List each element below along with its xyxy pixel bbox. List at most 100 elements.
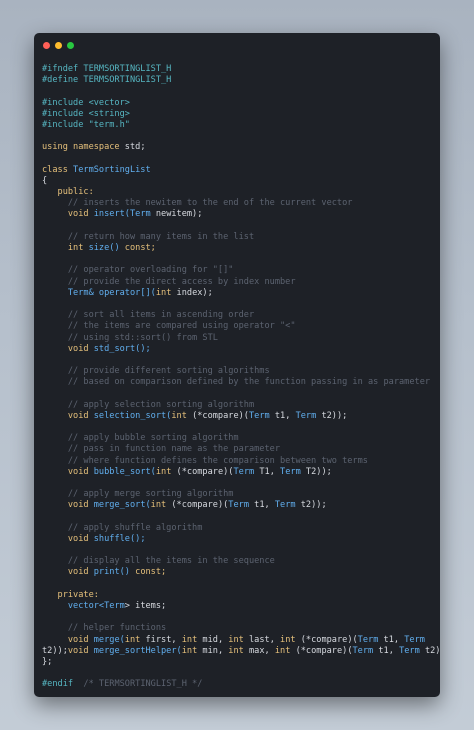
code-line: using namespace std;: [42, 142, 436, 153]
code-line: };: [42, 657, 436, 668]
code-token: selection_sort(: [93, 410, 172, 421]
code-token: index);: [176, 287, 213, 298]
code-token: (*compare)(: [176, 466, 234, 477]
code-token: int: [228, 634, 249, 645]
code-token: // pass in function name as the paramete…: [42, 444, 280, 455]
code-token: operator[](: [98, 287, 156, 298]
minimize-window-dot[interactable]: [55, 42, 62, 49]
code-line: // apply bubble sorting algorithm: [42, 433, 436, 444]
code-line: // apply selection sorting algorithm: [42, 400, 436, 411]
code-token: int: [171, 410, 193, 421]
code-token: t2));: [42, 645, 68, 656]
code-token: last,: [249, 634, 281, 645]
code-token: TermSortingList: [73, 164, 151, 175]
code-token: // apply merge sorting algorithm: [42, 489, 234, 500]
code-token: int: [228, 645, 249, 656]
code-token: Term: [295, 410, 322, 421]
code-token: Term: [274, 500, 301, 511]
code-token: T2));: [305, 466, 332, 477]
code-token: int: [155, 287, 177, 298]
code-token: void: [42, 567, 94, 578]
code-token: // provide the direct access by index nu…: [42, 276, 296, 287]
code-line: // based on comparison defined by the fu…: [42, 377, 436, 388]
code-token: // operator overloading for "[]": [42, 265, 234, 276]
code-token: shuffle();: [93, 533, 146, 544]
code-token: merge_sortHelper(: [93, 645, 182, 656]
code-line: // provide the direct access by index nu…: [42, 277, 436, 288]
code-token: Term: [129, 209, 156, 220]
code-token: int: [280, 634, 301, 645]
code-token: t2));: [300, 500, 327, 511]
code-token: void: [42, 500, 94, 511]
code-token: T1,: [259, 466, 281, 477]
code-line: public:: [42, 187, 436, 198]
code-token: newitem);: [155, 209, 203, 220]
code-line: // the items are compared using operator…: [42, 321, 436, 332]
code-line: Term& operator[](int index);: [42, 288, 436, 299]
code-line: #include <vector>: [42, 98, 436, 109]
code-line: vector<Term> items;: [42, 601, 436, 612]
code-token: #include <vector>: [42, 97, 130, 108]
code-line: {: [42, 176, 436, 187]
code-line: #include "term.h": [42, 120, 436, 131]
maximize-window-dot[interactable]: [67, 42, 74, 49]
code-token: Term: [248, 410, 275, 421]
code-line: class TermSortingList: [42, 165, 436, 176]
code-token: t1,: [378, 645, 400, 656]
code-token: {: [42, 175, 48, 186]
code-token: void: [42, 410, 94, 421]
code-token: #endif: [42, 679, 84, 690]
code-token: Term: [352, 645, 379, 656]
code-token: int: [274, 645, 296, 656]
code-token: max,: [249, 645, 275, 656]
code-token: t1,: [383, 634, 405, 645]
code-token: Term: [357, 634, 384, 645]
code-token: int: [181, 634, 203, 645]
code-line: void selection_sort(int (*compare)(Term …: [42, 411, 436, 422]
code-token: void: [42, 533, 94, 544]
code-token: (*compare)(: [295, 645, 353, 656]
code-token: merge(: [93, 634, 125, 645]
code-line: // helper functions: [42, 623, 436, 634]
code-token: merge_sort(: [93, 500, 151, 511]
code-token: (*compare)(: [171, 500, 229, 511]
code-token: void: [42, 634, 94, 645]
code-line: // return how many items in the list: [42, 232, 436, 243]
code-token: // inserts the newitem to the end of the…: [42, 198, 353, 209]
code-token: #include <string>: [42, 108, 130, 119]
code-line: void shuffle();: [42, 534, 436, 545]
code-line: void print() const;: [42, 567, 436, 578]
code-token: // using std::sort() from STL: [42, 332, 218, 343]
code-line: // apply shuffle algorithm: [42, 523, 436, 534]
code-token: // return how many items in the list: [42, 231, 255, 242]
code-token: int: [155, 466, 177, 477]
code-token: #include "term.h": [42, 119, 130, 130]
code-line: // display all the items in the sequence: [42, 556, 436, 567]
code-line: private:: [42, 590, 436, 601]
code-token: /* TERMSORTINGLIST_H */: [83, 679, 203, 690]
code-line: #endif /* TERMSORTINGLIST_H */: [42, 679, 436, 690]
code-token: // based on comparison defined by the fu…: [42, 377, 431, 388]
code-token: Term&: [42, 287, 99, 298]
code-token: const;: [124, 243, 156, 253]
code-token: min,: [202, 645, 229, 656]
code-token: public:: [42, 187, 94, 198]
code-token: Term: [104, 601, 125, 611]
code-token: void: [67, 645, 94, 656]
close-window-dot[interactable]: [43, 42, 50, 49]
code-token: #ifndef TERMSORTINGLIST_H: [42, 64, 172, 74]
code-token: t1,: [254, 500, 275, 511]
code-token: print(): [93, 567, 136, 578]
code-token: // apply bubble sorting algorithm: [42, 433, 239, 444]
code-token: // where function defines the comparison…: [42, 455, 368, 466]
code-line: #include <string>: [42, 109, 436, 120]
